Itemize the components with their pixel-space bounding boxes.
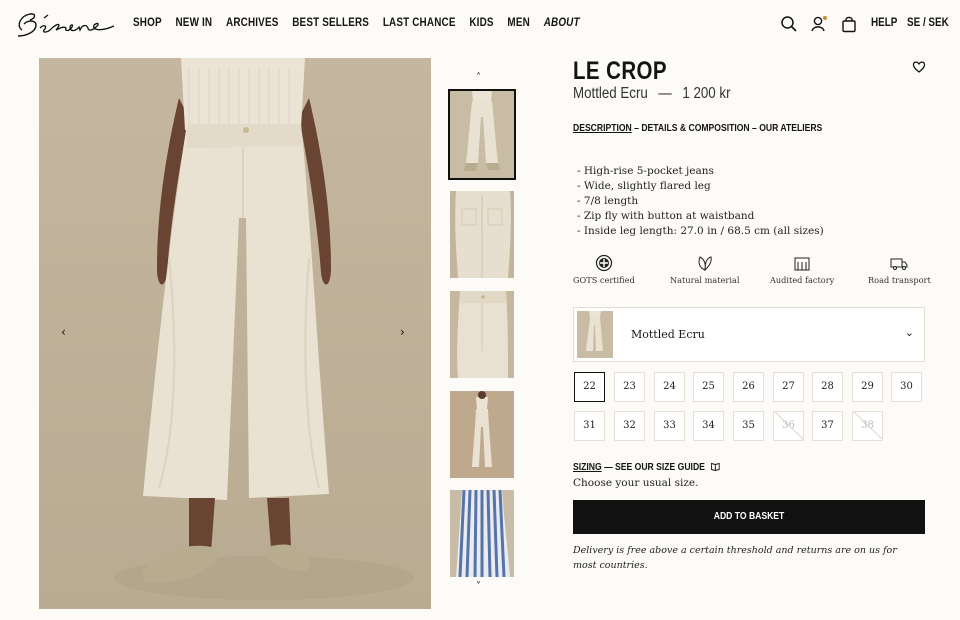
sezane-logo[interactable] [14,6,118,42]
size-option-29[interactable]: 29 [852,372,883,402]
description-line: - High-rise 5-pocket jeans [577,165,714,177]
thumbnail-3[interactable] [450,291,514,378]
product-price: 1 200 kr [682,85,731,102]
book-icon[interactable] [711,462,720,472]
color-swatch [577,311,613,358]
size-option-23[interactable]: 23 [614,372,645,402]
product-description: - High-rise 5-pocket jeans - Wide, sligh… [577,164,824,239]
leaf-icon [698,256,712,272]
description-line: - Zip fly with button at waistband [577,210,755,222]
search-icon[interactable] [780,15,798,33]
product-subtitle: Mottled Ecru — 1 200 kr [573,85,731,103]
feature-transport: Road transport [868,254,931,285]
size-guide-link[interactable]: SEE OUR SIZE GUIDE [615,462,705,473]
feature-label: GOTS certified [573,275,635,285]
color-selector[interactable]: Mottled Ecru ⌄ [573,307,925,362]
size-option-37[interactable]: 37 [812,411,843,441]
nav-about[interactable]: ABOUT [544,17,580,29]
thumbnail-1[interactable] [448,89,516,180]
sizing-row: SIZING — SEE OUR SIZE GUIDE [573,462,720,473]
feature-gots: GOTS certified [573,254,635,285]
header-icons [780,15,858,33]
chevron-down-icon: ⌄ [904,326,914,339]
size-option-35[interactable]: 35 [733,411,764,441]
account-icon[interactable] [810,15,828,33]
description-line: - Wide, slightly flared leg [577,180,711,192]
factory-icon [794,257,810,271]
product-features: GOTS certified Natural material Audited … [573,254,931,290]
size-option-22[interactable]: 22 [574,372,605,402]
color-selector-label: Mottled Ecru [631,328,705,341]
size-option-34[interactable]: 34 [693,411,724,441]
size-option-27[interactable]: 27 [773,372,804,402]
size-option-30[interactable]: 30 [891,372,922,402]
size-option-25[interactable]: 25 [693,372,724,402]
product-photo [39,58,431,609]
description-line: - 7/8 length [577,195,639,207]
product-color: Mottled Ecru [573,85,648,102]
size-hint: Choose your usual size. [573,477,699,489]
truck-icon [890,258,908,270]
size-option-33[interactable]: 33 [654,411,685,441]
product-main-image[interactable]: ‹ › [39,58,431,609]
subtitle-separator: — [658,85,672,102]
help-link[interactable]: HELP [871,17,897,29]
feature-label: Road transport [868,275,931,285]
description-line: - Inside leg length: 27.0 in / 68.5 cm (… [577,225,824,237]
nav-new-in[interactable]: NEW IN [175,17,212,29]
tab-ateliers[interactable]: OUR ATELIERS [759,123,822,134]
product-title: LE CROP [573,57,667,85]
product-tabs: DESCRIPTION – DETAILS & COMPOSITION – OU… [573,123,822,134]
size-option-32[interactable]: 32 [614,411,645,441]
tab-separator: – [631,123,642,134]
size-option-31[interactable]: 31 [574,411,605,441]
size-option-36[interactable]: 36 [773,411,804,441]
tab-description[interactable]: DESCRIPTION [573,123,632,134]
main-nav: SHOP NEW IN ARCHIVES BEST SELLERS LAST C… [133,17,580,29]
add-to-basket-button[interactable]: ADD TO BASKET [573,500,925,534]
thumbnail-4[interactable] [450,391,514,478]
thumbs-down-arrow[interactable]: ˅ [476,581,481,592]
nav-shop[interactable]: SHOP [133,17,162,29]
nav-last-chance[interactable]: LAST CHANCE [383,17,456,29]
size-option-28[interactable]: 28 [812,372,843,402]
tab-details[interactable]: DETAILS & COMPOSITION [641,123,749,134]
nav-best-sellers[interactable]: BEST SELLERS [292,17,369,29]
feature-label: Natural material [670,275,740,285]
size-option-38[interactable]: 38 [852,411,883,441]
thumbs-up-arrow[interactable]: ˄ [476,72,481,83]
gallery-prev-arrow[interactable]: ‹ [61,325,66,339]
feature-factory: Audited factory [770,254,834,285]
nav-kids[interactable]: KIDS [469,17,493,29]
wishlist-heart-icon[interactable] [912,60,926,74]
nav-men[interactable]: MEN [507,17,529,29]
gallery-next-arrow[interactable]: › [400,325,405,339]
bag-icon[interactable] [840,15,858,33]
sizing-separator: — [601,462,616,473]
delivery-note: Delivery is free above a certain thresho… [573,545,897,571]
thumbnail-5[interactable] [450,490,514,577]
tab-separator: – [749,123,760,134]
sizing-link[interactable]: SIZING [573,462,602,473]
locale-selector[interactable]: SE / SEK [907,17,949,29]
add-to-basket-label: ADD TO BASKET [713,511,785,522]
gots-icon [595,254,612,272]
thumbnail-2[interactable] [450,191,514,278]
feature-label: Audited factory [770,275,835,285]
size-option-24[interactable]: 24 [654,372,685,402]
nav-archives[interactable]: ARCHIVES [226,17,278,29]
feature-natural: Natural material [670,254,739,285]
size-option-26[interactable]: 26 [733,372,764,402]
